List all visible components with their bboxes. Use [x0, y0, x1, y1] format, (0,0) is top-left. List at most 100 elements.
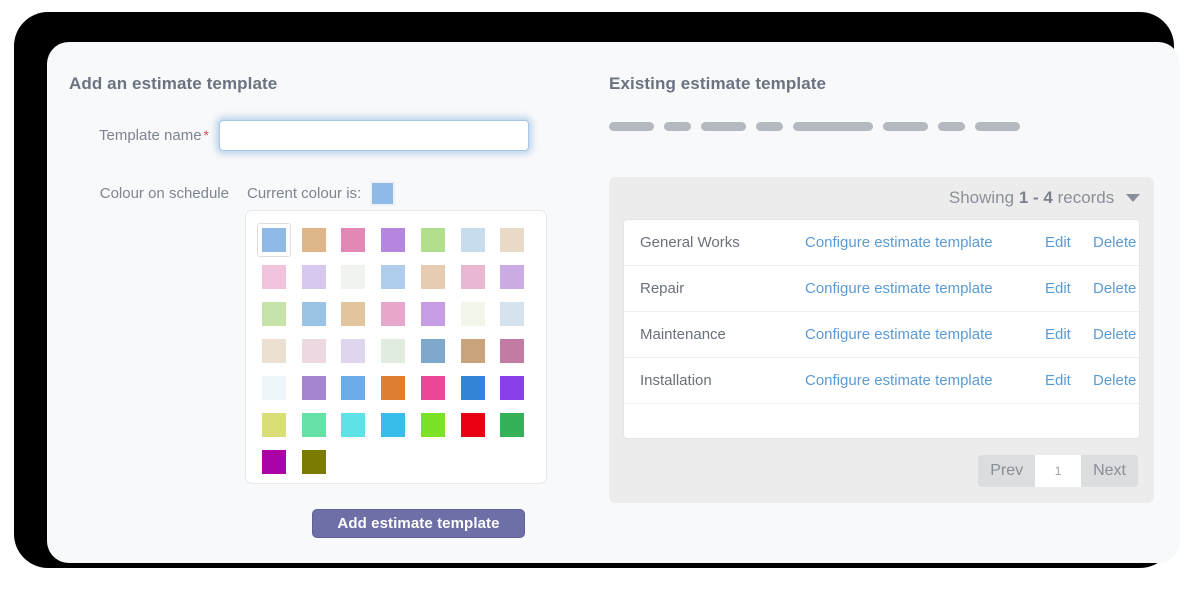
- skeleton-bar-7: [975, 122, 1020, 131]
- records-header: Showing 1 - 4 records: [609, 177, 1154, 219]
- colour-swatch-fill: [262, 339, 286, 363]
- colour-swatch-25[interactable]: [416, 334, 450, 368]
- required-asterisk: *: [204, 127, 209, 143]
- colour-swatch-31[interactable]: [376, 371, 410, 405]
- showing-count: 1 - 4: [1019, 188, 1053, 207]
- colour-swatch-28[interactable]: [257, 371, 291, 405]
- colour-swatch-fill: [262, 450, 286, 474]
- colour-swatch-20[interactable]: [495, 297, 529, 331]
- skeleton-bar-3: [756, 122, 783, 131]
- colour-swatch-21[interactable]: [257, 334, 291, 368]
- colour-swatch-fill: [461, 413, 485, 437]
- colour-swatch-17[interactable]: [376, 297, 410, 331]
- delete-link[interactable]: Delete: [1093, 280, 1136, 297]
- colour-swatch-34[interactable]: [495, 371, 529, 405]
- colour-swatch-37[interactable]: [336, 408, 370, 442]
- configure-estimate-template-link[interactable]: Configure estimate template: [805, 234, 1045, 251]
- colour-swatch-39[interactable]: [416, 408, 450, 442]
- colour-swatch-6[interactable]: [495, 223, 529, 257]
- colour-swatch-38[interactable]: [376, 408, 410, 442]
- edit-link[interactable]: Edit: [1045, 234, 1093, 251]
- next-page-button[interactable]: Next: [1081, 455, 1138, 487]
- colour-swatch-fill: [302, 302, 326, 326]
- colour-swatch-fill: [341, 228, 365, 252]
- chevron-down-icon[interactable]: [1126, 194, 1140, 202]
- colour-swatch-fill: [500, 376, 524, 400]
- colour-swatch-fill: [341, 265, 365, 289]
- delete-link[interactable]: Delete: [1093, 326, 1136, 343]
- colour-swatch-3[interactable]: [376, 223, 410, 257]
- colour-swatch-12[interactable]: [456, 260, 490, 294]
- colour-swatch-35[interactable]: [257, 408, 291, 442]
- colour-swatch-fill: [341, 413, 365, 437]
- colour-swatch-5[interactable]: [456, 223, 490, 257]
- colour-swatch-fill: [302, 450, 326, 474]
- colour-swatch-fill: [381, 339, 405, 363]
- colour-swatch-42[interactable]: [257, 445, 291, 479]
- colour-swatch-43[interactable]: [297, 445, 331, 479]
- screenshot-viewport: Add an estimate template Template name* …: [0, 0, 1200, 598]
- skeleton-bar-0: [609, 122, 654, 131]
- delete-link[interactable]: Delete: [1093, 372, 1136, 389]
- colour-swatch-40[interactable]: [456, 408, 490, 442]
- colour-swatch-8[interactable]: [297, 260, 331, 294]
- colour-swatch-33[interactable]: [456, 371, 490, 405]
- skeleton-bar-4: [793, 122, 873, 131]
- colour-swatch-fill: [302, 228, 326, 252]
- colour-swatch-15[interactable]: [297, 297, 331, 331]
- colour-swatch-fill: [461, 339, 485, 363]
- colour-swatch-10[interactable]: [376, 260, 410, 294]
- records-table: General WorksConfigure estimate template…: [623, 219, 1140, 439]
- colour-swatch-30[interactable]: [336, 371, 370, 405]
- colour-swatch-19[interactable]: [456, 297, 490, 331]
- colour-swatch-27[interactable]: [495, 334, 529, 368]
- device-frame: Add an estimate template Template name* …: [14, 12, 1174, 568]
- colour-swatch-26[interactable]: [456, 334, 490, 368]
- colour-swatch-32[interactable]: [416, 371, 450, 405]
- colour-swatch-18[interactable]: [416, 297, 450, 331]
- colour-swatch-22[interactable]: [297, 334, 331, 368]
- prev-page-button[interactable]: Prev: [978, 455, 1035, 487]
- colour-swatch-0[interactable]: [257, 223, 291, 257]
- colour-swatch-fill: [302, 265, 326, 289]
- colour-on-schedule-row: Colour on schedule Current colour is:: [69, 181, 579, 206]
- delete-link[interactable]: Delete: [1093, 234, 1136, 251]
- colour-swatch-16[interactable]: [336, 297, 370, 331]
- colour-swatch-fill: [302, 376, 326, 400]
- colour-swatch-11[interactable]: [416, 260, 450, 294]
- existing-estimate-template-panel: Existing estimate template: [609, 74, 1154, 131]
- configure-estimate-template-link[interactable]: Configure estimate template: [805, 280, 1045, 297]
- colour-swatch-fill: [341, 339, 365, 363]
- colour-on-schedule-label: Colour on schedule: [69, 185, 239, 202]
- edit-link[interactable]: Edit: [1045, 280, 1093, 297]
- edit-link[interactable]: Edit: [1045, 372, 1093, 389]
- colour-swatch-36[interactable]: [297, 408, 331, 442]
- colour-swatch-23[interactable]: [336, 334, 370, 368]
- colour-swatch-9[interactable]: [336, 260, 370, 294]
- showing-prefix: Showing: [949, 188, 1014, 207]
- showing-records-dropdown[interactable]: Showing 1 - 4 records: [949, 188, 1140, 208]
- colour-swatch-7[interactable]: [257, 260, 291, 294]
- colour-swatch-13[interactable]: [495, 260, 529, 294]
- colour-swatch-4[interactable]: [416, 223, 450, 257]
- colour-swatch-1[interactable]: [297, 223, 331, 257]
- edit-link[interactable]: Edit: [1045, 326, 1093, 343]
- colour-swatch-fill: [381, 413, 405, 437]
- colour-swatch-fill: [302, 339, 326, 363]
- table-row: MaintenanceConfigure estimate templateEd…: [624, 312, 1139, 358]
- skeleton-placeholder-bars: [609, 122, 1154, 131]
- existing-template-title: Existing estimate template: [609, 74, 1154, 94]
- add-template-title: Add an estimate template: [69, 74, 579, 94]
- colour-swatch-grid: [257, 223, 535, 482]
- colour-swatch-41[interactable]: [495, 408, 529, 442]
- colour-swatch-29[interactable]: [297, 371, 331, 405]
- colour-swatch-2[interactable]: [336, 223, 370, 257]
- colour-swatch-14[interactable]: [257, 297, 291, 331]
- configure-estimate-template-link[interactable]: Configure estimate template: [805, 372, 1045, 389]
- showing-suffix: records: [1058, 188, 1115, 207]
- current-page-number[interactable]: 1: [1035, 455, 1081, 487]
- add-estimate-template-button[interactable]: Add estimate template: [312, 509, 525, 538]
- configure-estimate-template-link[interactable]: Configure estimate template: [805, 326, 1045, 343]
- colour-swatch-24[interactable]: [376, 334, 410, 368]
- template-name-input[interactable]: [219, 120, 529, 151]
